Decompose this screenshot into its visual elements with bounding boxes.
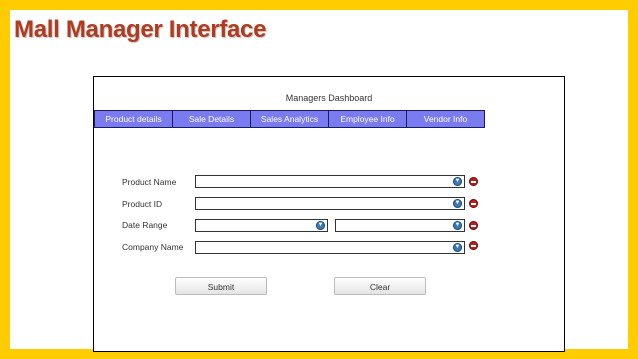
chevron-down-icon[interactable]: ▼ [453, 177, 462, 186]
product-id-label: Product ID [122, 199, 163, 209]
slide-title: Mall Manager Interface [14, 16, 267, 43]
tab-product-details[interactable]: Product details [94, 110, 173, 128]
product-name-field[interactable]: ▼ [195, 175, 465, 188]
chevron-down-icon[interactable]: ▼ [316, 221, 325, 230]
submit-button[interactable]: Submit [175, 277, 267, 295]
chevron-down-icon[interactable]: ▼ [453, 243, 462, 252]
tab-bar: Product details Sale Details Sales Analy… [94, 110, 485, 128]
chevron-down-icon[interactable]: ▼ [453, 221, 462, 230]
product-name-label: Product Name [122, 177, 177, 187]
tab-vendor-info[interactable]: Vendor Info [407, 110, 485, 128]
remove-icon[interactable] [469, 177, 478, 186]
dashboard-mockup: Managers Dashboard Product details Sale … [93, 76, 565, 352]
chevron-down-icon[interactable]: ▼ [453, 199, 462, 208]
slide: Mall Manager Interface Managers Dashboar… [10, 10, 628, 352]
product-id-field[interactable]: ▼ [195, 197, 465, 210]
tab-sale-details[interactable]: Sale Details [173, 110, 251, 128]
date-range-start-field[interactable]: ▼ [195, 219, 328, 232]
remove-icon[interactable] [469, 199, 478, 208]
date-range-end-field[interactable]: ▼ [335, 219, 465, 232]
clear-button[interactable]: Clear [334, 277, 426, 295]
tab-employee-info[interactable]: Employee Info [329, 110, 407, 128]
dashboard-title: Managers Dashboard [285, 93, 373, 103]
date-range-label: Date Range [122, 220, 168, 230]
remove-icon[interactable] [469, 221, 478, 230]
company-name-field[interactable]: ▼ [195, 241, 465, 254]
company-name-label: Company Name [122, 242, 184, 252]
remove-icon[interactable] [469, 241, 478, 250]
tab-sales-analytics[interactable]: Sales Analytics [251, 110, 329, 128]
